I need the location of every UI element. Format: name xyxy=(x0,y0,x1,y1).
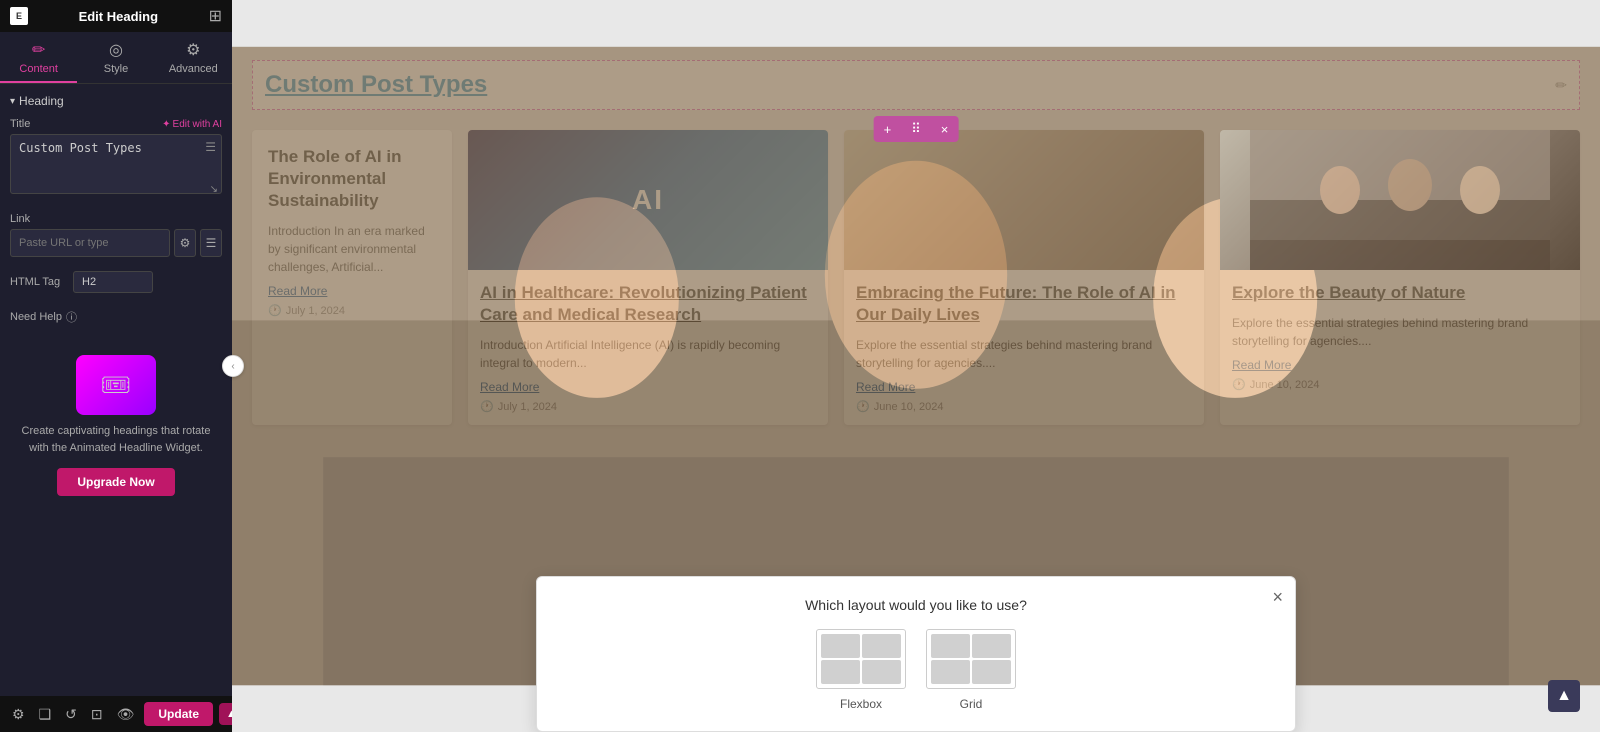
layout-option-flexbox[interactable]: Flexbox xyxy=(816,629,906,711)
thumb-cell-5 xyxy=(931,634,970,658)
section-heading: ▾ Heading xyxy=(10,94,222,108)
layout-options: Flexbox Grid xyxy=(557,629,1275,711)
edit-with-ai-btn[interactable]: ✦ Edit with AI xyxy=(162,119,222,130)
html-tag-select[interactable]: H2 H1 H3 div xyxy=(73,271,153,293)
tab-advanced[interactable]: ⚙ Advanced xyxy=(155,32,232,83)
logo-icon: E xyxy=(10,7,28,25)
panel-tabs: ✏ Content ◎ Style ⚙ Advanced xyxy=(0,32,232,84)
html-tag-label: HTML Tag xyxy=(10,276,65,288)
title-field-label: Title ✦ Edit with AI xyxy=(10,118,222,130)
textarea-lines-icon: ☰ xyxy=(205,140,216,154)
title-label-text: Title xyxy=(10,118,30,130)
panel-bottom-bar: ⚙ ❑ ↺ ⊡ 👁 Update ▲ xyxy=(0,696,232,732)
toolbar-close-button[interactable]: × xyxy=(931,117,959,142)
flexbox-thumbnail xyxy=(816,629,906,689)
tab-style[interactable]: ◎ Style xyxy=(77,32,154,83)
thumb-cell-8 xyxy=(972,660,1011,684)
panel-body: ▾ Heading Title ✦ Edit with AI Custom Po… xyxy=(0,84,232,696)
card-3: Embracing the Future: The Role of AI in … xyxy=(844,130,1204,425)
title-textarea-wrapper: Custom Post Types ☰ ↘ xyxy=(10,134,222,199)
layers-icon[interactable]: ❑ xyxy=(35,702,56,727)
style-tab-label: Style xyxy=(104,63,128,75)
html-tag-row: HTML Tag H2 H1 H3 div xyxy=(10,271,222,293)
thumb-cell-1 xyxy=(821,634,860,658)
thumb-cell-3 xyxy=(821,660,860,684)
thumb-cell-2 xyxy=(862,634,901,658)
content-tab-icon: ✏ xyxy=(32,40,45,60)
top-bar: E Edit Heading ⊞ xyxy=(0,0,232,32)
settings-icon[interactable]: ⚙ xyxy=(8,702,29,727)
content-tab-label: Content xyxy=(19,63,58,75)
history-icon[interactable]: ↺ xyxy=(61,702,81,727)
layout-option-grid[interactable]: Grid xyxy=(926,629,1016,711)
advanced-tab-icon: ⚙ xyxy=(186,40,200,60)
style-tab-icon: ◎ xyxy=(109,40,123,60)
resize-handle-icon[interactable]: ↘ xyxy=(210,184,218,195)
promo-section: 🎟 Create captivating headings that rotat… xyxy=(10,345,222,506)
content-wrapper: + ⠿ × Custom Post Types ✏ The Role of AI… xyxy=(232,0,1600,465)
advanced-tab-label: Advanced xyxy=(169,63,218,75)
ai-icon: ✦ xyxy=(162,119,170,130)
modal-question: Which layout would you like to use? xyxy=(557,597,1275,613)
toolbar-move-button[interactable]: ⠿ xyxy=(901,116,931,142)
collapse-panel-handle[interactable]: ‹ xyxy=(222,355,244,377)
help-circle-icon: ⓘ xyxy=(66,309,77,325)
grid-icon[interactable]: ⊞ xyxy=(209,6,222,26)
card-4-image xyxy=(1220,130,1580,270)
thumb-cell-6 xyxy=(972,634,1011,658)
promo-image: 🎟 xyxy=(76,355,156,415)
grid-thumbnail xyxy=(926,629,1016,689)
edit-ai-label: Edit with AI xyxy=(173,119,222,130)
modal-close-button[interactable]: × xyxy=(1272,587,1283,608)
need-help-text: Need Help xyxy=(10,311,62,323)
tab-content[interactable]: ✏ Content xyxy=(0,32,77,83)
thumb-cell-7 xyxy=(931,660,970,684)
scroll-to-top-button[interactable]: ▲ xyxy=(1548,680,1580,712)
flexbox-label: Flexbox xyxy=(840,697,882,711)
collapse-arrow-icon[interactable]: ▾ xyxy=(10,96,15,107)
grid-label: Grid xyxy=(960,697,983,711)
layout-modal: × Which layout would you like to use? Fl… xyxy=(536,576,1296,732)
widget-toolbar: + ⠿ × xyxy=(874,116,959,142)
link-list-icon-btn[interactable]: ☰ xyxy=(200,229,222,257)
link-input-row: ⚙ ☰ xyxy=(10,229,222,257)
link-settings-icon-btn[interactable]: ⚙ xyxy=(174,229,196,257)
promo-text: Create captivating headings that rotate … xyxy=(20,423,212,456)
thumb-cell-4 xyxy=(862,660,901,684)
upgrade-now-button[interactable]: Upgrade Now xyxy=(57,468,174,496)
cards-grid: The Role of AI in Environmental Sustaina… xyxy=(252,130,1580,425)
panel-title: Edit Heading xyxy=(79,9,158,24)
section-label: Heading xyxy=(19,94,64,108)
update-button[interactable]: Update xyxy=(144,702,213,726)
templates-icon[interactable]: ⊡ xyxy=(87,702,107,727)
title-textarea[interactable]: Custom Post Types xyxy=(10,134,222,194)
need-help[interactable]: Need Help ⓘ xyxy=(10,309,222,325)
card-3-image xyxy=(844,130,1204,270)
link-field-label: Link xyxy=(10,213,222,225)
main-area: + ⠿ × Custom Post Types ✏ The Role of AI… xyxy=(232,0,1600,732)
preview-icon[interactable]: 👁 xyxy=(113,702,139,727)
toolbar-add-button[interactable]: + xyxy=(874,117,902,142)
left-panel: E Edit Heading ⊞ ✏ Content ◎ Style ⚙ Adv… xyxy=(0,0,232,732)
link-input[interactable] xyxy=(10,229,170,257)
